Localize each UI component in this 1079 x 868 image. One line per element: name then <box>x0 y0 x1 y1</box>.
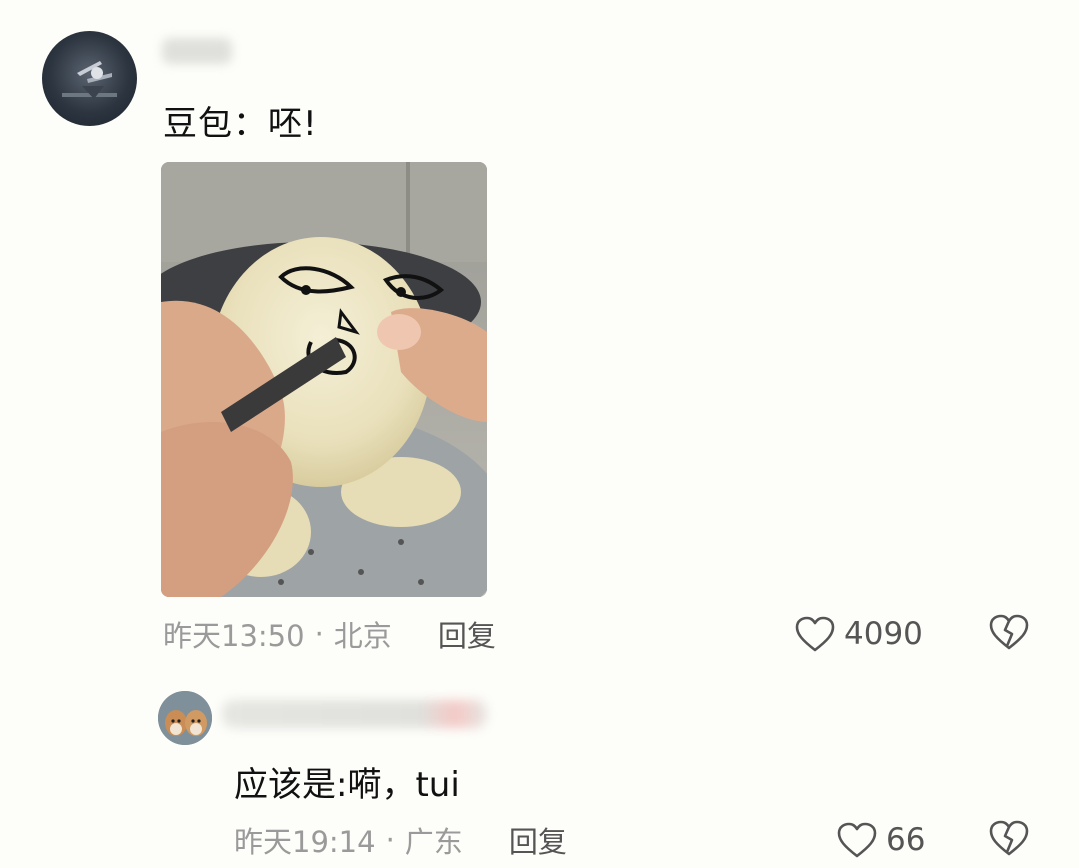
comment-time: 昨天13:50 <box>163 619 305 653</box>
reply-dislike-button[interactable] <box>987 818 1031 860</box>
broken-heart-icon <box>987 818 1031 858</box>
meta-separator: · <box>385 823 395 857</box>
reply-meta: 昨天19:14 · 广东 回复 <box>234 819 567 861</box>
reply-reply-button[interactable]: 回复 <box>509 819 567 861</box>
comment-photo[interactable] <box>161 162 487 597</box>
heart-outline-icon <box>836 821 878 859</box>
reply-like-count: 66 <box>886 822 926 858</box>
avatar[interactable] <box>42 31 137 126</box>
reply-avatar[interactable] <box>158 691 212 745</box>
like-count: 4090 <box>844 616 923 652</box>
heart-outline-icon <box>794 615 836 653</box>
reply-time: 昨天19:14 <box>234 825 376 859</box>
dislike-button[interactable] <box>987 612 1031 654</box>
reply-like-button[interactable]: 66 <box>836 818 925 862</box>
reply-button[interactable]: 回复 <box>438 613 496 655</box>
meta-separator: · <box>314 617 324 651</box>
username-blurred[interactable] <box>162 38 232 64</box>
reply-username-blurred[interactable] <box>222 700 487 728</box>
broken-heart-icon <box>987 612 1031 652</box>
comment-location: 北京 <box>333 619 392 653</box>
reply-location: 广东 <box>404 825 463 859</box>
reply-text: 应该是:嗬，tui <box>234 765 460 805</box>
comment-meta: 昨天13:50 · 北京 回复 <box>163 613 496 655</box>
like-button[interactable]: 4090 <box>794 612 923 656</box>
comment-text: 豆包：呸! <box>163 104 318 144</box>
